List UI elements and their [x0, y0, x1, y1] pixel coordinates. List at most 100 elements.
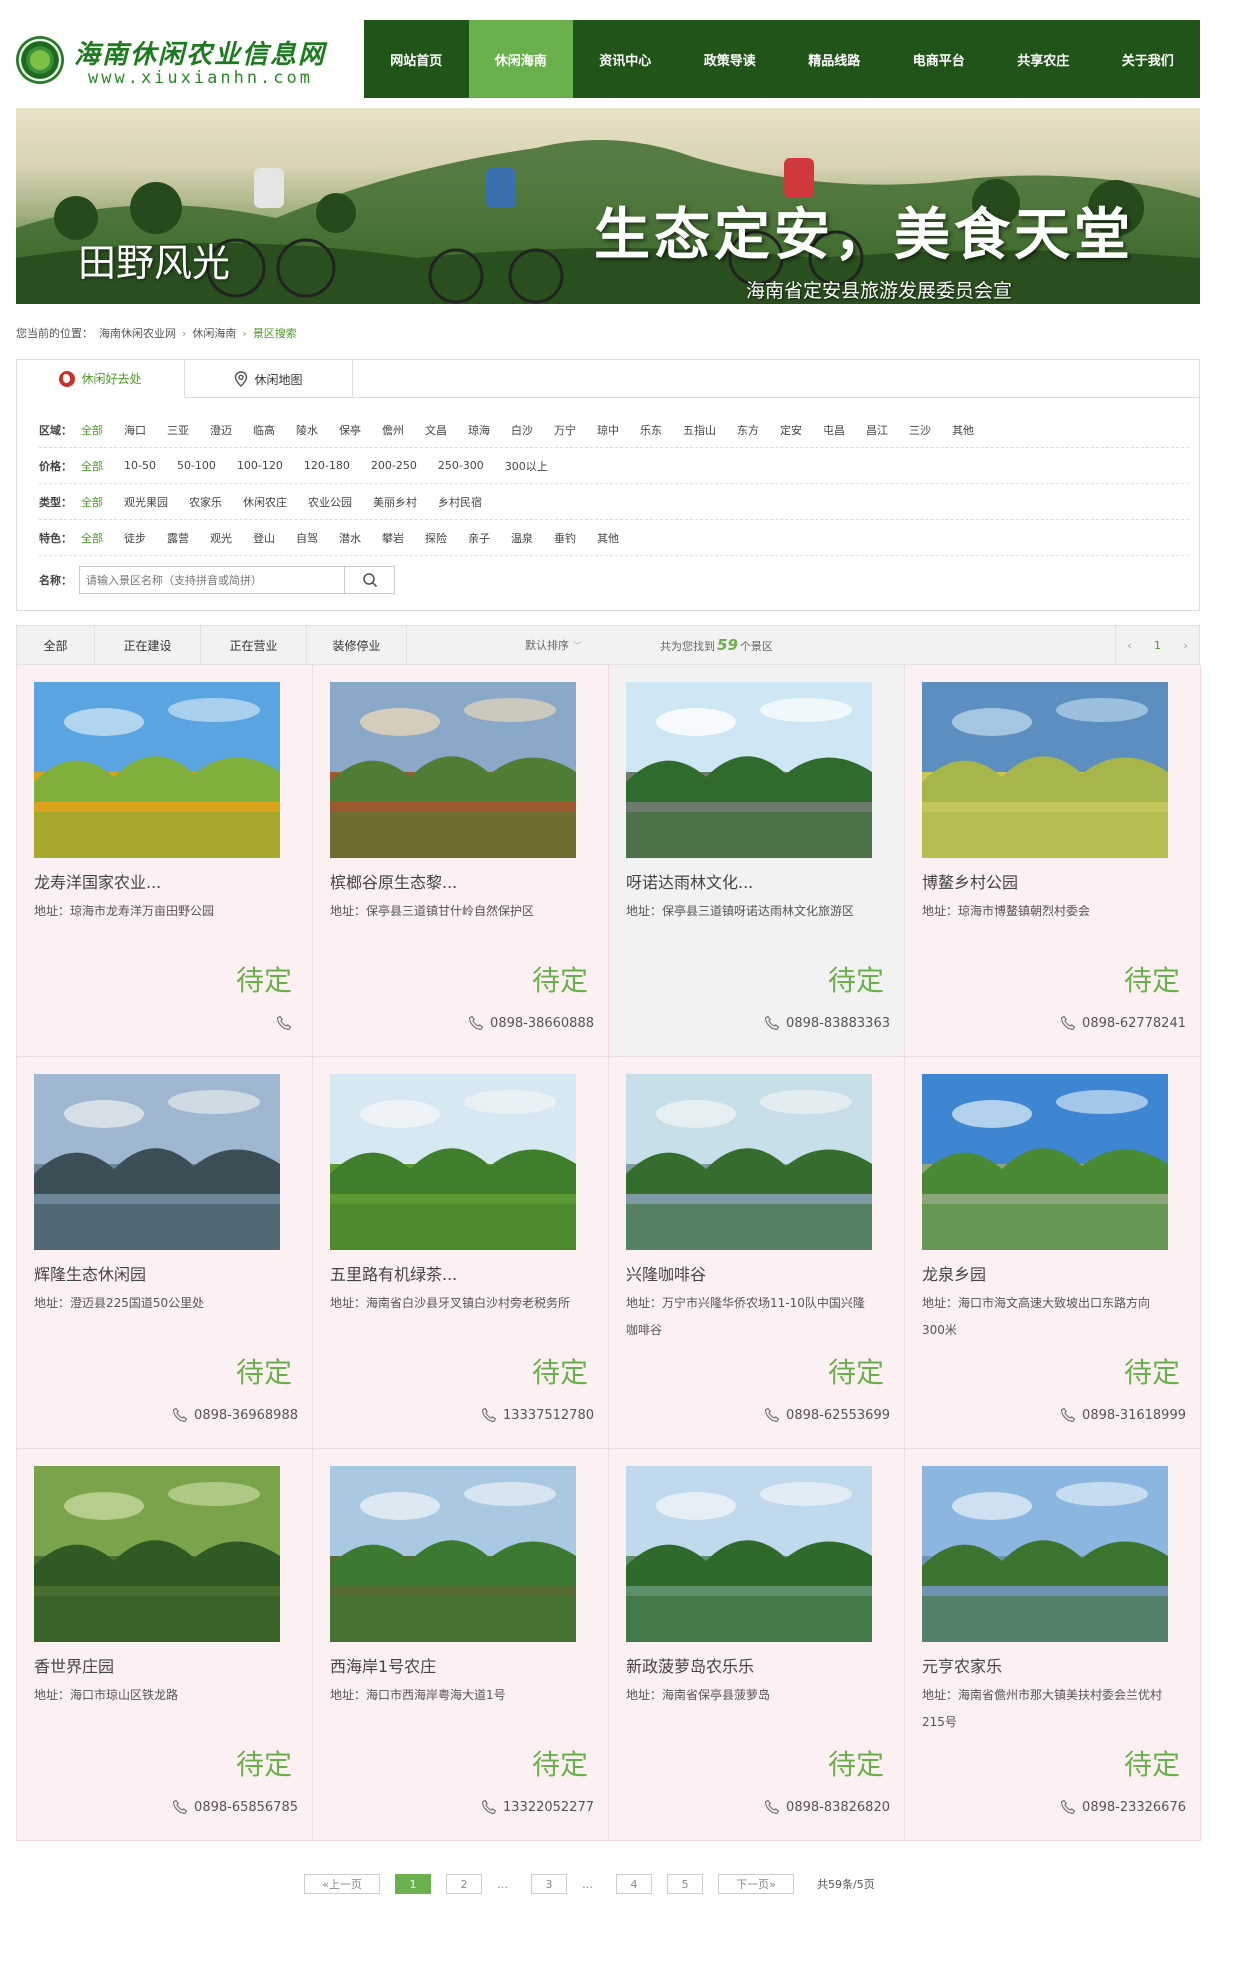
scenic-card[interactable]: 龙泉乡园 地址：海口市海文高速大致坡出口东路方向300米 待定 0898-316189… — [905, 1057, 1201, 1449]
filter-option[interactable]: 海口 — [124, 422, 146, 438]
filter-option[interactable]: 三亚 — [167, 422, 189, 438]
page-button[interactable]: 5 — [667, 1874, 703, 1894]
chevron-right-icon[interactable]: › — [1183, 639, 1187, 652]
filter-option[interactable]: 300以上 — [505, 458, 548, 474]
scenic-thumbnail[interactable] — [330, 1466, 576, 1642]
filter-option[interactable]: 琼中 — [597, 422, 619, 438]
scenic-title[interactable]: 五里路有机绿茶... — [330, 1261, 586, 1285]
filter-option[interactable]: 乡村民宿 — [438, 494, 482, 510]
filter-option[interactable]: 三沙 — [909, 422, 931, 438]
scenic-card[interactable]: 香世界庄园 地址：海口市琼山区铁龙路 待定 0898-65856785 — [17, 1449, 313, 1841]
status-tab-building[interactable]: 正在建设 — [95, 626, 201, 664]
hero-banner[interactable]: 田野风光 生态定安，美食天堂 海南省定安县旅游发展委员会宣 — [16, 108, 1200, 304]
filter-option[interactable]: 农家乐 — [189, 494, 222, 510]
nav-item[interactable]: 电商平台 — [887, 20, 992, 98]
sort-default-dropdown[interactable]: 默认排序 ﹀ — [525, 637, 582, 653]
scenic-title[interactable]: 龙寿洋国家农业... — [34, 869, 290, 893]
scenic-title[interactable]: 博鳌乡村公园 — [922, 869, 1178, 893]
page-button[interactable]: 4 — [616, 1874, 652, 1894]
filter-option[interactable]: 全部 — [81, 458, 103, 474]
filter-option[interactable]: 50-100 — [177, 459, 216, 472]
filter-option[interactable]: 屯昌 — [823, 422, 845, 438]
filter-option[interactable]: 观光果园 — [124, 494, 168, 510]
scenic-title[interactable]: 呀诺达雨林文化... — [626, 869, 882, 893]
scenic-thumbnail[interactable] — [330, 1074, 576, 1250]
nav-item[interactable]: 政策导读 — [678, 20, 783, 98]
prev-page-button[interactable]: «上一页 — [304, 1874, 380, 1894]
next-page-button[interactable]: 下一页» — [718, 1874, 794, 1894]
filter-option[interactable]: 250-300 — [438, 459, 484, 472]
filter-option[interactable]: 儋州 — [382, 422, 404, 438]
breadcrumb-section[interactable]: 休闲海南 — [192, 325, 236, 341]
nav-item[interactable]: 网站首页 — [364, 20, 469, 98]
filter-option[interactable]: 其他 — [597, 530, 619, 546]
scenic-thumbnail[interactable] — [626, 1074, 872, 1250]
site-logo[interactable]: 海南休闲农业信息网 www.xiuxianhn.com — [16, 32, 346, 88]
filter-option[interactable]: 琼海 — [468, 422, 490, 438]
filter-option[interactable]: 露营 — [167, 530, 189, 546]
page-button[interactable]: 2 — [446, 1874, 482, 1894]
scenic-card[interactable]: 辉隆生态休闲园 地址：澄迈县225国道50公里处 待定 0898-36968988 — [17, 1057, 313, 1449]
scenic-card[interactable]: 兴隆咖啡谷 地址：万宁市兴隆华侨农场11-10队中国兴隆咖啡谷 待定 0898-625… — [609, 1057, 905, 1449]
filter-option[interactable]: 垂钓 — [554, 530, 576, 546]
scenic-thumbnail[interactable] — [626, 1466, 872, 1642]
chevron-left-icon[interactable]: ‹ — [1127, 639, 1131, 652]
scenic-card[interactable]: 槟榔谷原生态黎... 地址：保亭县三道镇甘什岭自然保护区 待定 0898-386608… — [313, 665, 609, 1057]
filter-option[interactable]: 徒步 — [124, 530, 146, 546]
scenic-title[interactable]: 龙泉乡园 — [922, 1261, 1178, 1285]
scenic-card[interactable]: 元亨农家乐 地址：海南省儋州市那大镇美扶村委会兰优村215号 待定 0898-2332… — [905, 1449, 1201, 1841]
scenic-title[interactable]: 香世界庄园 — [34, 1653, 290, 1677]
filter-option[interactable]: 温泉 — [511, 530, 533, 546]
filter-option[interactable]: 白沙 — [511, 422, 533, 438]
filter-option[interactable]: 其他 — [952, 422, 974, 438]
nav-item[interactable]: 精品线路 — [782, 20, 887, 98]
scenic-title[interactable]: 西海岸1号农庄 — [330, 1653, 586, 1677]
filter-option[interactable]: 攀岩 — [382, 530, 404, 546]
scenic-thumbnail[interactable] — [922, 682, 1168, 858]
filter-option[interactable]: 文昌 — [425, 422, 447, 438]
nav-item[interactable]: 资讯中心 — [573, 20, 678, 98]
scenic-thumbnail[interactable] — [34, 1466, 280, 1642]
filter-option[interactable]: 定安 — [780, 422, 802, 438]
scenic-thumbnail[interactable] — [922, 1466, 1168, 1642]
scenic-card[interactable]: 呀诺达雨林文化... 地址：保亭县三道镇呀诺达雨林文化旅游区 待定 0898-8388… — [609, 665, 905, 1057]
scenic-card[interactable]: 龙寿洋国家农业... 地址：琼海市龙寿洋万亩田野公园 待定 — [17, 665, 313, 1057]
nav-item[interactable]: 休闲海南 — [468, 20, 573, 98]
filter-option[interactable]: 全部 — [81, 530, 103, 546]
scenic-thumbnail[interactable] — [34, 1074, 280, 1250]
scenic-title[interactable]: 新政菠萝岛农乐乐 — [626, 1653, 882, 1677]
filter-option[interactable]: 观光 — [210, 530, 232, 546]
filter-option[interactable]: 全部 — [81, 494, 103, 510]
filter-option[interactable]: 美丽乡村 — [373, 494, 417, 510]
page-button[interactable]: 3 — [531, 1874, 567, 1894]
filter-option[interactable]: 昌江 — [866, 422, 888, 438]
scenic-card[interactable]: 西海岸1号农庄 地址：海口市西海岸粤海大道1号 待定 13322052277 — [313, 1449, 609, 1841]
filter-option[interactable]: 临高 — [253, 422, 275, 438]
filter-option[interactable]: 五指山 — [683, 422, 716, 438]
scenic-thumbnail[interactable] — [922, 1074, 1168, 1250]
filter-option[interactable]: 10-50 — [124, 459, 156, 472]
filter-option[interactable]: 200-250 — [371, 459, 417, 472]
scenic-title[interactable]: 元亨农家乐 — [922, 1653, 1178, 1677]
page-button[interactable]: 1 — [395, 1874, 431, 1894]
name-search-input[interactable] — [79, 566, 345, 594]
scenic-card[interactable]: 博鳌乡村公园 地址：琼海市博鳌镇朝烈村委会 待定 0898-62778241 — [905, 665, 1201, 1057]
filter-option[interactable]: 潜水 — [339, 530, 361, 546]
search-button[interactable] — [345, 566, 395, 594]
scenic-thumbnail[interactable] — [626, 682, 872, 858]
filter-option[interactable]: 陵水 — [296, 422, 318, 438]
nav-item[interactable]: 关于我们 — [1096, 20, 1201, 98]
scenic-title[interactable]: 槟榔谷原生态黎... — [330, 869, 586, 893]
filter-option[interactable]: 登山 — [253, 530, 275, 546]
scenic-title[interactable]: 兴隆咖啡谷 — [626, 1261, 882, 1285]
filter-option[interactable]: 农业公园 — [308, 494, 352, 510]
status-tab-closed[interactable]: 装修停业 — [307, 626, 407, 664]
filter-option[interactable]: 120-180 — [304, 459, 350, 472]
scenic-thumbnail[interactable] — [34, 682, 280, 858]
nav-item[interactable]: 共享农庄 — [991, 20, 1096, 98]
filter-option[interactable]: 100-120 — [237, 459, 283, 472]
filter-option[interactable]: 万宁 — [554, 422, 576, 438]
filter-option[interactable]: 自驾 — [296, 530, 318, 546]
breadcrumb-home[interactable]: 海南休闲农业网 — [99, 325, 176, 341]
filter-option[interactable]: 探险 — [425, 530, 447, 546]
